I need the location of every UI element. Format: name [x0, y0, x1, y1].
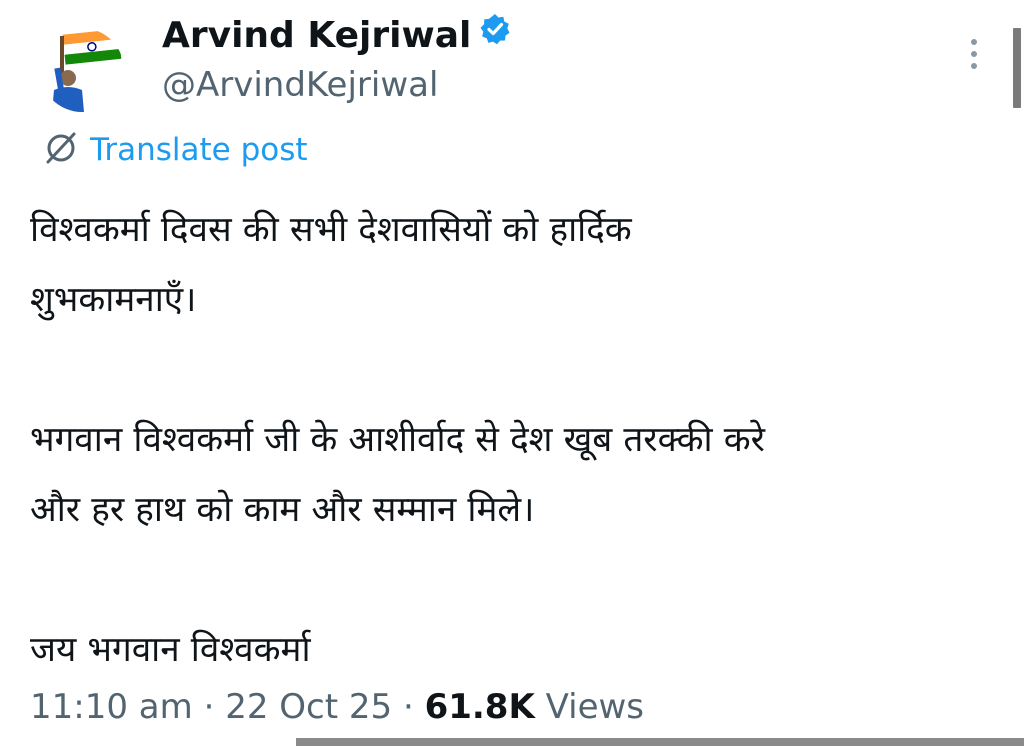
avatar-image: [40, 28, 124, 112]
tweet-line: शुभकामनाएँ।: [30, 280, 197, 320]
tweet-date[interactable]: 22 Oct 25: [225, 687, 392, 727]
verified-badge-icon: [479, 12, 511, 56]
author-handle[interactable]: @ArvindKejriwal: [162, 63, 438, 107]
author-avatar[interactable]: [40, 28, 124, 112]
author-name[interactable]: Arvind Kejriwal: [162, 15, 471, 56]
tweet-line: विश्वकर्मा दिवस की सभी देशवासियों को हार…: [30, 210, 632, 250]
more-options-icon[interactable]: [962, 36, 986, 72]
tweet-meta: 11:10 am · 22 Oct 25 · 61.8K Views: [30, 684, 644, 730]
translate-post-button[interactable]: Translate post: [40, 128, 308, 172]
author-name-row[interactable]: Arvind Kejriwal: [162, 14, 511, 58]
meta-separator: ·: [203, 687, 215, 727]
translate-globe-icon: [40, 130, 82, 170]
translate-post-label[interactable]: Translate post: [90, 132, 308, 168]
tweet-line: और हर हाथ को काम और सम्मान मिले।: [30, 490, 535, 530]
tweet-line: जय भगवान विश्वकर्मा: [30, 630, 311, 670]
tweet-text: विश्वकर्मा दिवस की सभी देशवासियों को हार…: [30, 195, 1000, 685]
meta-separator: ·: [402, 687, 414, 727]
bottom-divider-bar: [296, 738, 1024, 746]
views-label: Views: [545, 687, 645, 727]
tweet-line: भगवान विश्वकर्मा जी के आशीर्वाद से देश ख…: [30, 420, 765, 460]
views-count[interactable]: 61.8K: [425, 687, 535, 727]
scrollbar-thumb[interactable]: [1013, 28, 1021, 108]
tweet-time[interactable]: 11:10 am: [30, 687, 193, 727]
